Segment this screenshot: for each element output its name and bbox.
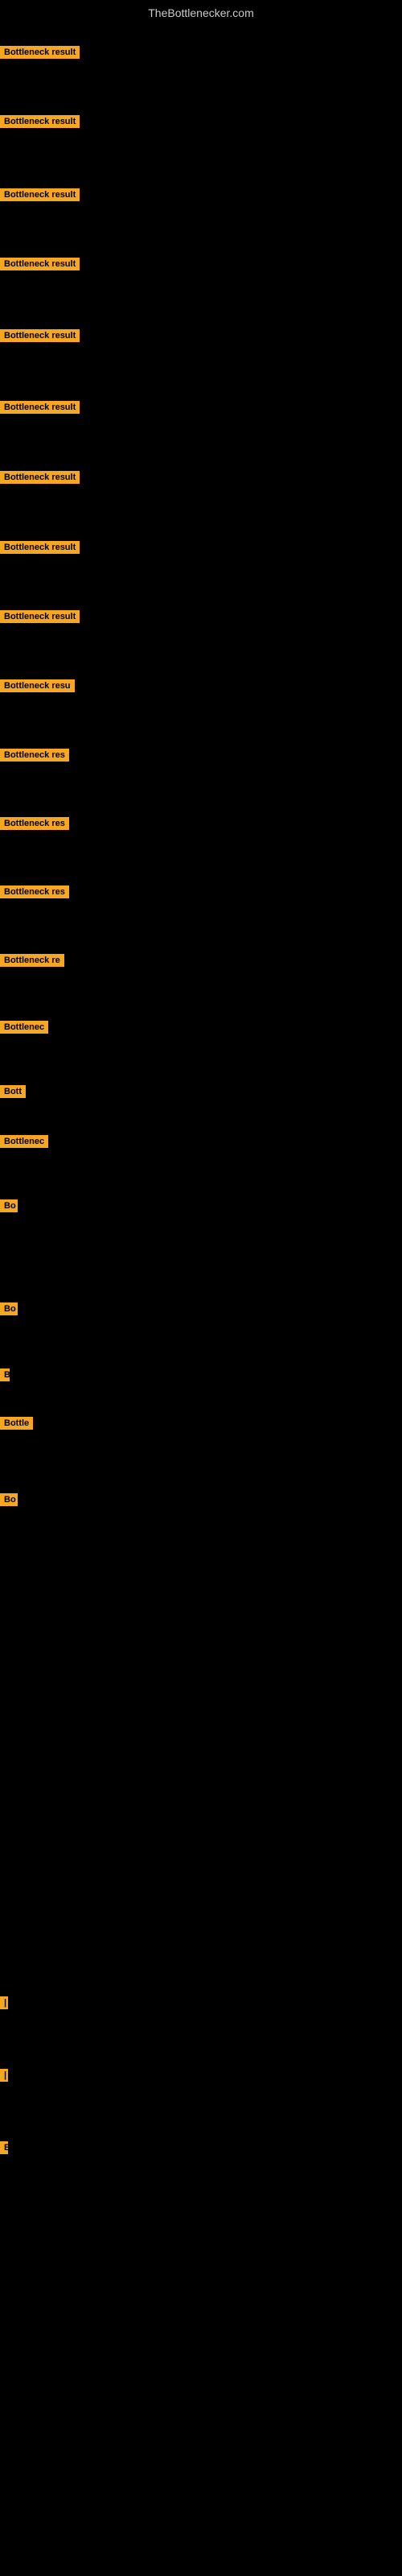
- bottleneck-badge-label-8: Bottleneck result: [0, 541, 80, 554]
- bottleneck-badge-label-14: Bottleneck re: [0, 954, 64, 967]
- bottleneck-badge-label-16: Bott: [0, 1085, 26, 1098]
- bottleneck-badge-label-10: Bottleneck resu: [0, 679, 75, 692]
- bottleneck-badge-18[interactable]: Bo: [0, 1199, 18, 1216]
- bottleneck-badge-11[interactable]: Bottleneck res: [0, 749, 69, 766]
- bottleneck-badge-19[interactable]: Bo: [0, 1302, 18, 1319]
- bottleneck-badge-label-12: Bottleneck res: [0, 817, 69, 830]
- bottleneck-badge-17[interactable]: Bottlenec: [0, 1135, 48, 1152]
- bottleneck-badge-2[interactable]: Bottleneck result: [0, 115, 80, 132]
- bottleneck-badge-3[interactable]: Bottleneck result: [0, 188, 80, 205]
- bottleneck-badge-label-24: |: [0, 2069, 8, 2082]
- bottleneck-badge-label-17: Bottlenec: [0, 1135, 48, 1148]
- bottleneck-badge-label-3: Bottleneck result: [0, 188, 80, 201]
- bottleneck-badge-label-25: E: [0, 2141, 8, 2154]
- bottleneck-badge-20[interactable]: B: [0, 1368, 10, 1385]
- bottleneck-badge-label-1: Bottleneck result: [0, 46, 80, 59]
- bottleneck-badge-16[interactable]: Bott: [0, 1085, 26, 1102]
- bottleneck-badge-7[interactable]: Bottleneck result: [0, 471, 80, 488]
- bottleneck-badge-label-9: Bottleneck result: [0, 610, 80, 623]
- bottleneck-badge-label-22: Bo: [0, 1493, 18, 1506]
- bottleneck-badge-14[interactable]: Bottleneck re: [0, 954, 64, 971]
- bottleneck-badge-25[interactable]: E: [0, 2141, 8, 2158]
- bottleneck-badge-23[interactable]: |: [0, 1996, 6, 2013]
- bottleneck-badge-label-13: Bottleneck res: [0, 886, 69, 898]
- bottleneck-badge-22[interactable]: Bo: [0, 1493, 18, 1510]
- bottleneck-badge-label-4: Bottleneck result: [0, 258, 80, 270]
- bottleneck-badge-label-19: Bo: [0, 1302, 18, 1315]
- bottleneck-badge-label-15: Bottlenec: [0, 1021, 48, 1034]
- bottleneck-badge-4[interactable]: Bottleneck result: [0, 258, 80, 275]
- bottleneck-badge-1[interactable]: Bottleneck result: [0, 46, 80, 63]
- bottleneck-badge-label-2: Bottleneck result: [0, 115, 80, 128]
- bottleneck-badge-12[interactable]: Bottleneck res: [0, 817, 69, 834]
- bottleneck-badge-label-23: |: [0, 1996, 8, 2009]
- bottleneck-badge-5[interactable]: Bottleneck result: [0, 329, 80, 346]
- bottleneck-badge-label-21: Bottle: [0, 1417, 33, 1430]
- bottleneck-badge-label-6: Bottleneck result: [0, 401, 80, 414]
- bottleneck-badge-label-11: Bottleneck res: [0, 749, 69, 762]
- bottleneck-badge-15[interactable]: Bottlenec: [0, 1021, 48, 1038]
- site-title: TheBottlenecker.com: [0, 0, 402, 26]
- bottleneck-badge-label-5: Bottleneck result: [0, 329, 80, 342]
- bottleneck-badge-24[interactable]: |: [0, 2069, 6, 2086]
- bottleneck-badge-6[interactable]: Bottleneck result: [0, 401, 80, 418]
- bottleneck-badge-9[interactable]: Bottleneck result: [0, 610, 80, 627]
- bottleneck-badge-label-18: Bo: [0, 1199, 18, 1212]
- bottleneck-badge-label-20: B: [0, 1368, 10, 1381]
- bottleneck-badge-8[interactable]: Bottleneck result: [0, 541, 80, 558]
- bottleneck-badge-label-7: Bottleneck result: [0, 471, 80, 484]
- bottleneck-badge-21[interactable]: Bottle: [0, 1417, 33, 1434]
- bottleneck-badge-10[interactable]: Bottleneck resu: [0, 679, 75, 696]
- bottleneck-badge-13[interactable]: Bottleneck res: [0, 886, 69, 902]
